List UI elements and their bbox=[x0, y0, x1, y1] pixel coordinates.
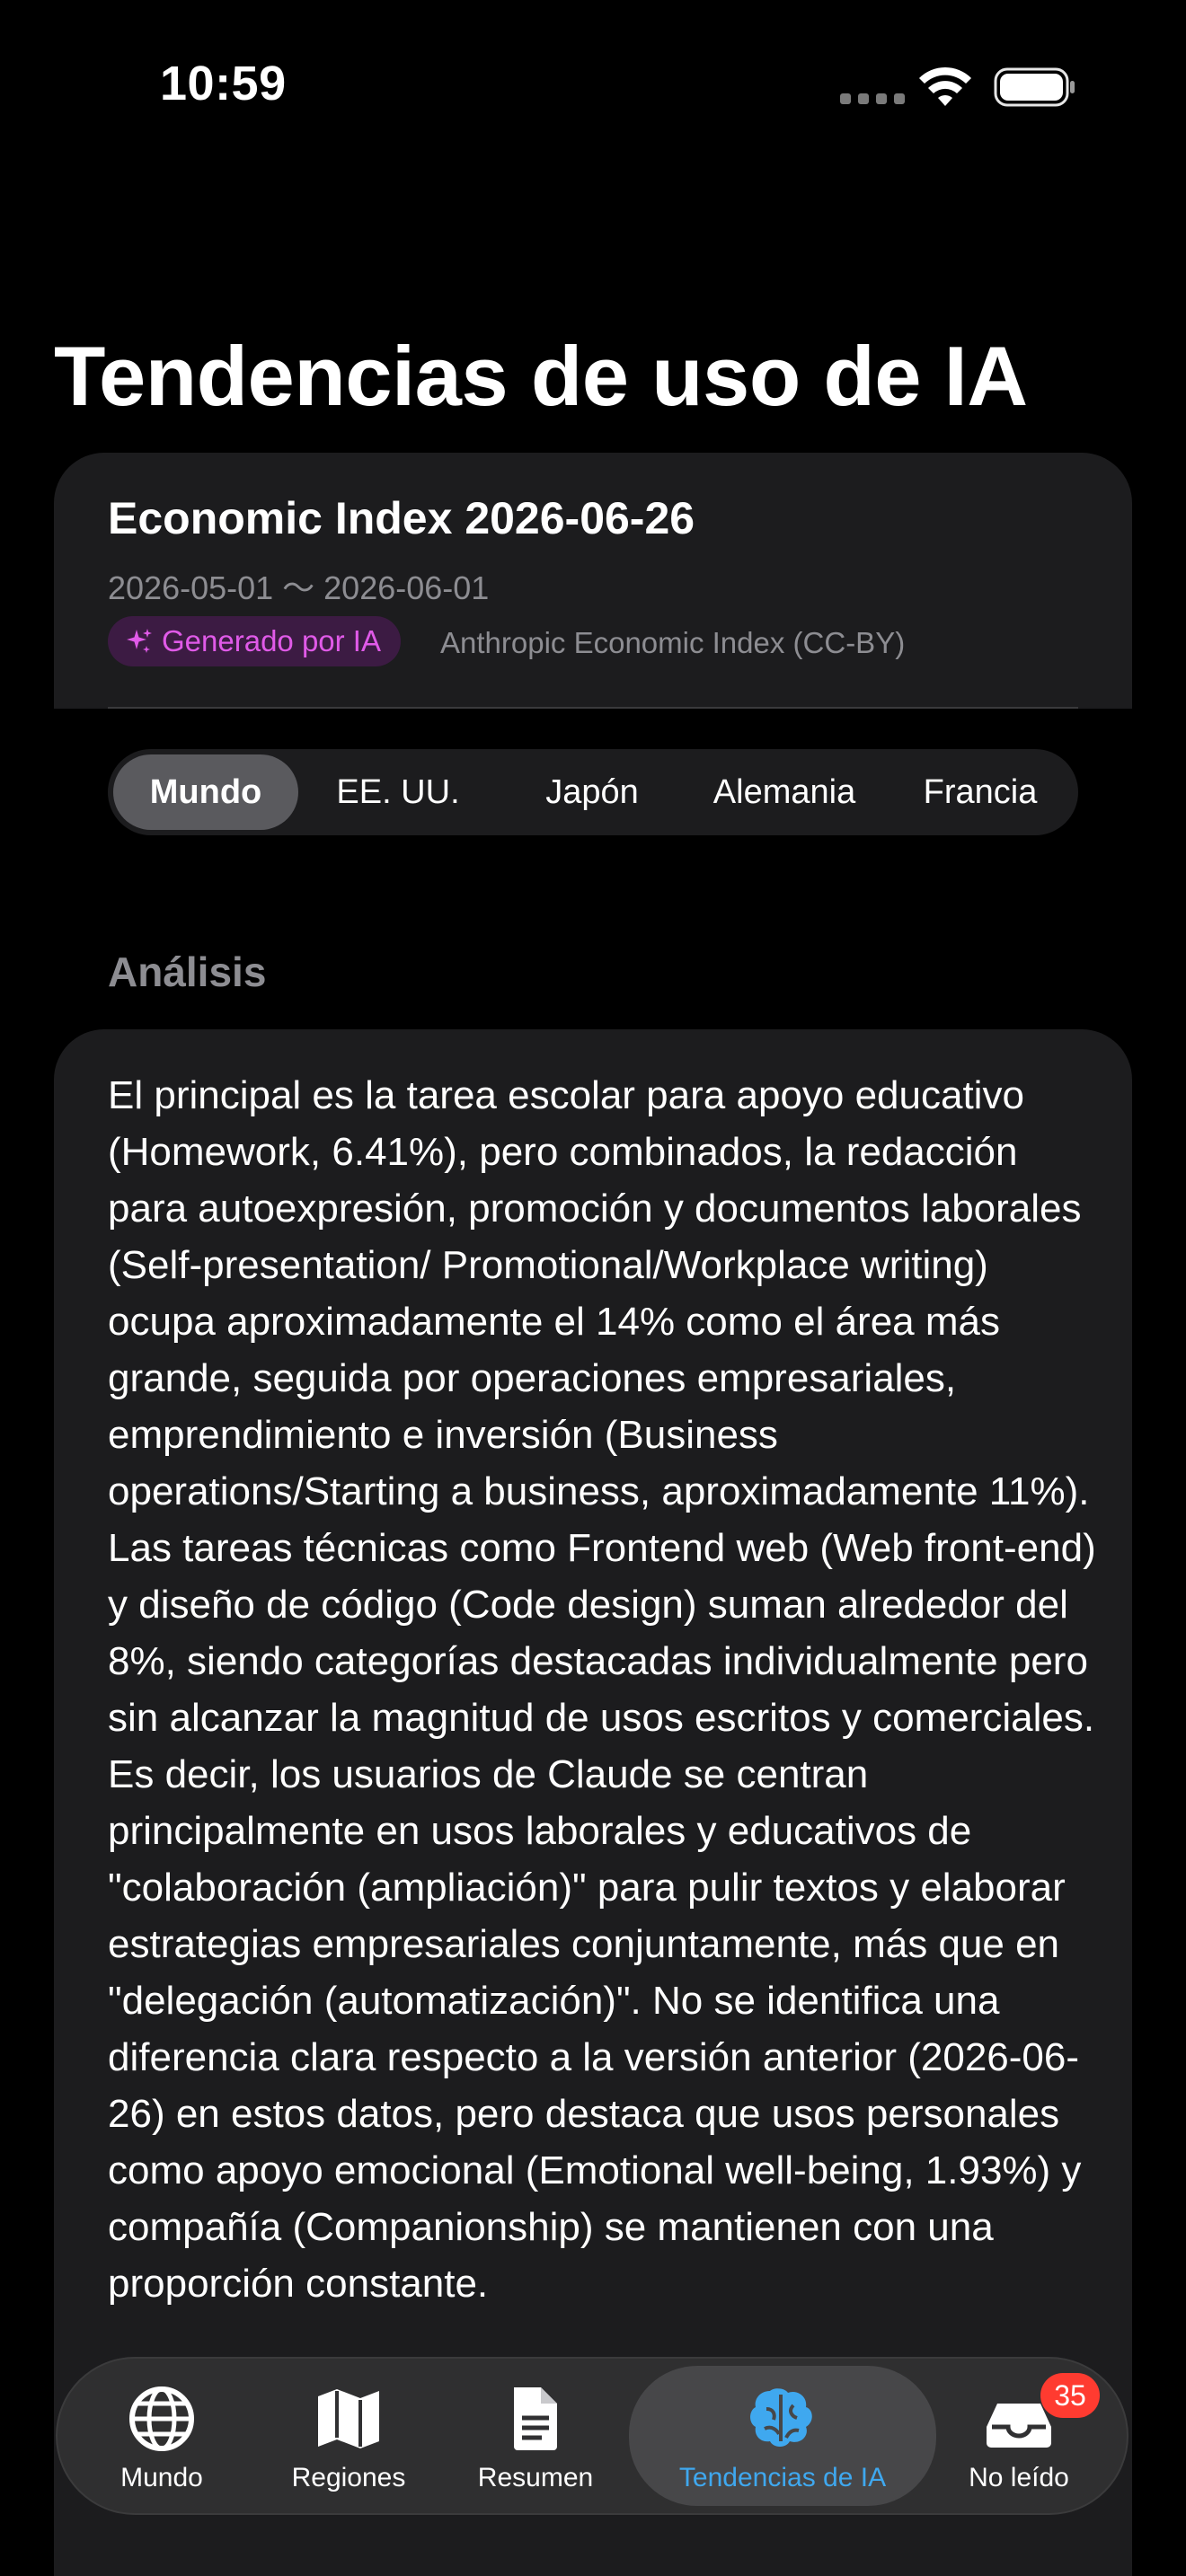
analysis-header: Análisis bbox=[108, 948, 267, 995]
tab-label: No leído bbox=[969, 2463, 1069, 2492]
page-title: Tendencias de uso de IA bbox=[54, 329, 1028, 423]
brain-icon bbox=[750, 2388, 812, 2447]
tab-tendencias-ia[interactable]: Tendencias de IA bbox=[629, 2366, 936, 2506]
segment-mundo[interactable]: Mundo bbox=[113, 754, 298, 830]
tab-label: Resumen bbox=[477, 2463, 594, 2492]
status-bar: 10:59 bbox=[0, 0, 1186, 171]
status-time: 10:59 bbox=[160, 57, 287, 110]
unread-count-badge: 35 bbox=[1040, 2373, 1100, 2418]
segment-francia[interactable]: Francia bbox=[888, 754, 1073, 830]
tab-bar: Mundo Regiones Resumen Tendencias de IA … bbox=[56, 2357, 1128, 2515]
cellular-signal-icon bbox=[840, 93, 905, 104]
analysis-text: El principal es la tarea escolar para ap… bbox=[108, 1073, 1096, 2306]
segment-ee-uu[interactable]: EE. UU. bbox=[305, 754, 491, 830]
battery-icon bbox=[994, 67, 1075, 107]
source-attribution: Anthropic Economic Index (CC-BY) bbox=[440, 626, 906, 659]
map-icon bbox=[318, 2389, 379, 2448]
tab-no-leido[interactable]: 35 No leído bbox=[927, 2357, 1111, 2515]
globe-icon bbox=[129, 2386, 194, 2451]
analysis-card: El principal es la tarea escolar para ap… bbox=[54, 1029, 1132, 2576]
tab-label: Regiones bbox=[291, 2463, 406, 2492]
wifi-icon bbox=[919, 66, 971, 106]
segment-japon[interactable]: Japón bbox=[500, 754, 685, 830]
report-date-range: 2026-05-01 〜 2026-06-01 bbox=[108, 569, 490, 606]
report-header-card: Economic Index 2026-06-26 2026-05-01 〜 2… bbox=[54, 453, 1132, 709]
sparkle-icon bbox=[127, 629, 152, 653]
tab-resumen[interactable]: Resumen bbox=[444, 2357, 627, 2515]
ai-generated-badge: Generado por IA bbox=[108, 616, 401, 666]
ai-badge-label: Generado por IA bbox=[162, 624, 381, 657]
region-segmented-control: Mundo EE. UU. Japón Alemania Francia bbox=[108, 749, 1078, 835]
report-title: Economic Index 2026-06-26 bbox=[108, 493, 695, 543]
document-icon bbox=[514, 2387, 557, 2450]
tab-regiones[interactable]: Regiones bbox=[257, 2357, 440, 2515]
tab-label: Mundo bbox=[120, 2463, 203, 2492]
segment-alemania[interactable]: Alemania bbox=[692, 754, 877, 830]
divider bbox=[108, 707, 1078, 709]
tab-mundo[interactable]: Mundo bbox=[70, 2357, 253, 2515]
tab-label: Tendencias de IA bbox=[678, 2463, 887, 2492]
